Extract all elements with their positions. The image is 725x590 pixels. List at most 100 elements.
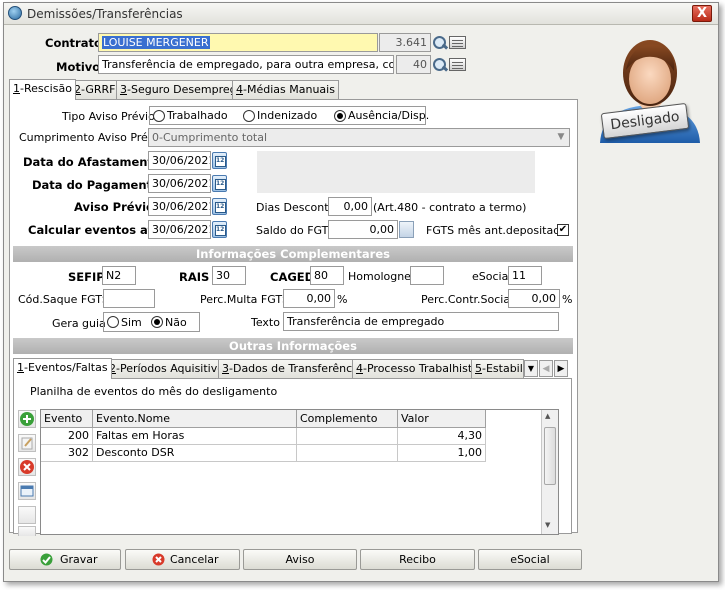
table-row-cell[interactable]: Desconto DSR <box>93 445 297 462</box>
caged-field[interactable]: 80 <box>310 266 344 285</box>
motivo-card-icon[interactable] <box>449 58 466 71</box>
tab-periodos-aquisitivos[interactable]: 2-Períodos Aquisitivos <box>105 359 234 379</box>
col-evento-nome[interactable]: Evento.Nome <box>93 410 297 428</box>
table-row-cell[interactable]: 302 <box>41 445 93 462</box>
radio-indenizado[interactable] <box>243 110 255 122</box>
blank-icon[interactable] <box>18 506 36 524</box>
sefip-label: SEFIP <box>68 270 105 284</box>
gera-guia-group: Sim Não <box>103 312 200 332</box>
calendar-icon[interactable] <box>212 198 227 215</box>
calendar-icon[interactable] <box>212 175 227 192</box>
tab-dados-transferencia[interactable]: 3-Dados de Transferência <box>218 359 366 379</box>
calendar-icon[interactable] <box>212 221 227 238</box>
table-row-cell[interactable]: Faltas em Horas <box>93 428 297 445</box>
planilha-caption: Planilha de eventos do mês do desligamen… <box>30 385 278 398</box>
fgts-mes-checkbox[interactable]: ✔ <box>557 224 569 236</box>
tab-eventos-faltas[interactable]: 1-Eventos/Faltas <box>13 358 112 379</box>
radio-nao-label: Não <box>165 316 187 329</box>
contrato-card-icon[interactable] <box>449 36 466 49</box>
col-complemento[interactable]: Complemento <box>297 410 398 428</box>
tabs-right-icon[interactable]: ▶ <box>554 360 568 377</box>
col-evento[interactable]: Evento <box>41 410 93 428</box>
cancelar-button[interactable]: Cancelar <box>125 549 240 570</box>
recibo-button[interactable]: Recibo <box>360 549 475 570</box>
export-icon[interactable] <box>18 526 36 536</box>
gravar-button[interactable]: Gravar <box>9 549 121 570</box>
chevron-down-icon[interactable]: ▼ <box>553 129 569 146</box>
tab-processo-trabalhista[interactable]: 4-Processo Trabalhista <box>352 359 483 379</box>
calcular-field[interactable]: 30/06/2021 <box>148 220 211 239</box>
grid-icon <box>20 485 34 497</box>
data-afastamento-field[interactable]: 30/06/2021 <box>148 151 211 170</box>
grid-scrollbar[interactable]: ▲ ▼ <box>541 410 558 534</box>
calculator-icon[interactable] <box>399 221 414 238</box>
rais-field[interactable]: 30 <box>212 266 246 285</box>
table-row-cell[interactable]: 4,30 <box>398 428 486 445</box>
tab-estabilidade[interactable]: 5-Estabilid <box>471 359 524 379</box>
close-button[interactable]: X <box>692 5 712 22</box>
perc-multa-label: Perc.Multa FGTS <box>200 293 290 306</box>
title-bar: Demissões/Transferências X <box>4 3 718 25</box>
motivo-text-field[interactable]: Transferência de empregado, para outra e… <box>98 55 394 74</box>
gravar-label: Gravar <box>60 553 98 566</box>
radio-ausencia-label: Ausência/Disp. <box>348 109 430 122</box>
contrato-code-field[interactable]: 3.641 <box>379 33 431 52</box>
window-title: Demissões/Transferências <box>27 7 183 21</box>
scroll-thumb[interactable] <box>544 427 556 485</box>
col-valor[interactable]: Valor <box>398 410 486 428</box>
esocial-label: eSocial <box>472 270 512 283</box>
table-row-cell[interactable]: 200 <box>41 428 93 445</box>
tabs-left-icon[interactable]: ◀ <box>539 360 553 377</box>
esocial-button[interactable]: eSocial <box>478 549 582 570</box>
dias-desconto-field[interactable]: 0,00 <box>328 197 372 216</box>
contrato-search-icon[interactable] <box>432 35 448 51</box>
tab-seguro-label: -Seguro Desemprego <box>127 83 244 96</box>
sefip-field[interactable]: N2 <box>102 266 136 285</box>
cod-saque-field[interactable] <box>103 289 155 308</box>
gera-guia-label: Gera guia <box>52 317 106 330</box>
delete-icon[interactable] <box>18 458 36 476</box>
table-row-cell[interactable]: 1,00 <box>398 445 486 462</box>
table-row-cell[interactable] <box>297 428 398 445</box>
tab-eventos-key: 1 <box>17 361 24 374</box>
saldo-fgts-field[interactable]: 0,00 <box>328 220 398 239</box>
radio-nao[interactable] <box>151 316 163 328</box>
texto-field[interactable]: Transferência de empregado <box>283 312 559 331</box>
data-pagamento-field[interactable]: 30/06/2021 <box>148 174 211 193</box>
add-icon[interactable] <box>18 410 36 428</box>
tab-seguro-desemprego[interactable]: 3-Seguro Desemprego <box>116 80 248 100</box>
radio-ausencia[interactable] <box>334 110 346 122</box>
tab-processo-key: 4 <box>356 362 363 375</box>
tab-grrf[interactable]: 2-GRRF <box>70 80 120 100</box>
edit-icon[interactable] <box>18 434 36 452</box>
tab-rescisao[interactable]: 1-Rescisão <box>9 79 76 100</box>
radio-trabalhado[interactable] <box>153 110 165 122</box>
scroll-up-icon[interactable]: ▲ <box>545 412 550 420</box>
cumprimento-select[interactable]: 0-Cumprimento total <box>148 128 570 147</box>
perc-contr-field[interactable]: 0,00 <box>508 289 560 308</box>
contrato-name-field[interactable]: LOUISE MERGENER <box>98 33 378 52</box>
section-outras: Outras Informações <box>13 338 573 354</box>
cumprimento-label: Cumprimento Aviso Prévio <box>19 131 165 144</box>
plus-circle-icon <box>20 412 34 426</box>
tab-medias-manuais[interactable]: 4-Médias Manuais <box>232 80 339 100</box>
tabs-dropdown-icon[interactable]: ▼ <box>524 360 538 377</box>
pencil-icon <box>21 437 33 450</box>
motivo-code-field[interactable]: 40 <box>396 55 431 74</box>
aviso-previo-field[interactable]: 30/06/2021 <box>148 197 211 216</box>
aviso-previo-label: Aviso Prévio <box>74 200 154 214</box>
radio-sim[interactable] <box>107 316 119 328</box>
dialog-window: Demissões/Transferências X Contrato LOUI… <box>3 2 719 582</box>
esocial-field[interactable]: 11 <box>508 266 542 285</box>
tipo-aviso-label: Tipo Aviso Prévio <box>62 110 155 123</box>
caged-label: CAGED <box>270 270 315 284</box>
table-row-cell[interactable] <box>297 445 398 462</box>
table-icon[interactable] <box>18 482 36 500</box>
aviso-button[interactable]: Aviso <box>243 549 357 570</box>
remove-circle-icon <box>20 460 34 474</box>
perc-multa-field[interactable]: 0,00 <box>283 289 335 308</box>
homolognet-field[interactable] <box>410 266 444 285</box>
calendar-icon[interactable] <box>212 152 227 169</box>
scroll-down-icon[interactable]: ▼ <box>545 521 550 529</box>
motivo-search-icon[interactable] <box>432 57 448 73</box>
